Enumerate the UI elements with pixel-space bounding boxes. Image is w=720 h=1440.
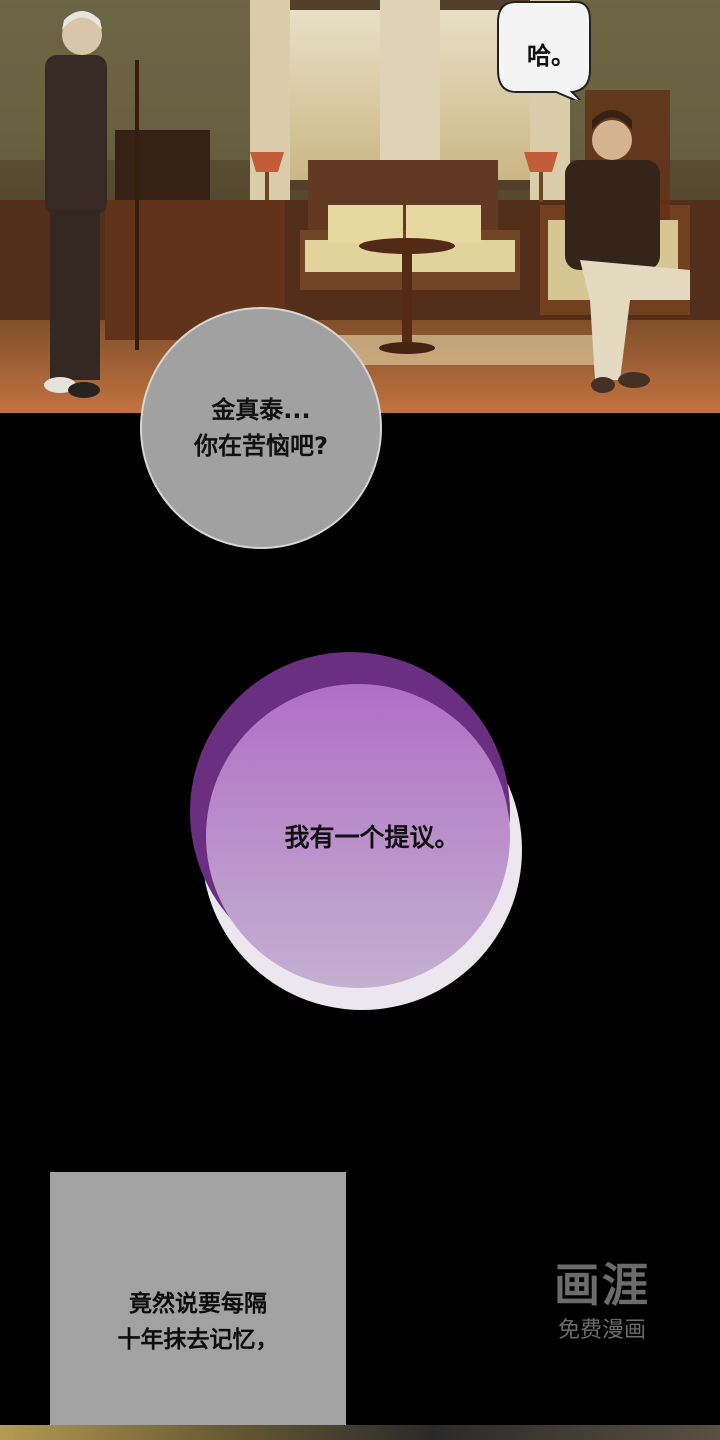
caption-line-1: 竟然说要每隔 [129,1291,267,1317]
purple-orb-bubble: 我有一个提议。 [182,652,532,1014]
watermark-sub: 免费漫画 [557,1318,646,1343]
speech-text-top: 哈。 [527,42,575,70]
grey-circle-bubble: 金真泰... 你在苦恼吧? [140,307,382,549]
scene-illustration [0,0,720,413]
caption-box: 竟然说要每隔 十年抹去记忆， [50,1172,346,1440]
grey-bubble-line-1: 金真泰... [211,396,311,424]
bedroom-scene [0,0,720,413]
grey-bubble-line-2: 你在苦恼吧? [194,432,328,460]
next-panel-edge [0,1425,720,1440]
caption-line-2: 十年抹去记忆， [117,1327,279,1353]
watermark-logo: 画涯 [554,1258,650,1312]
speech-bubble-top: 哈。 [496,0,592,100]
watermark: 画涯 免费漫画 [532,1254,672,1364]
orb-text: 我有一个提议。 [284,823,460,852]
